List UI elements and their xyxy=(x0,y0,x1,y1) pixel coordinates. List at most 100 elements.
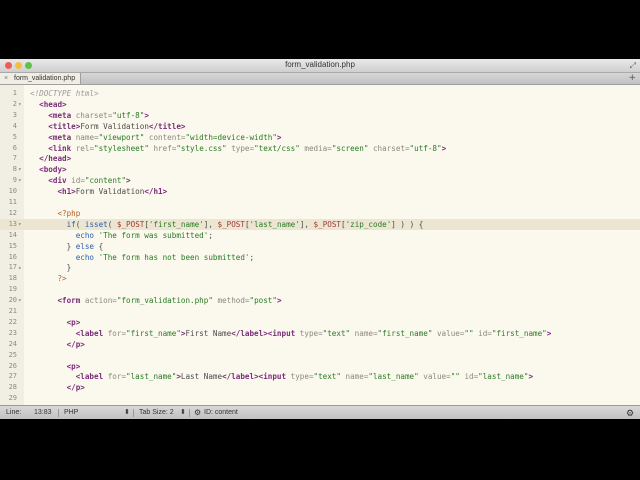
code-text: <label for="first_name">First Name</labe… xyxy=(30,328,552,339)
fold-arrow-icon[interactable]: ▾ xyxy=(18,219,22,230)
code-token: value= xyxy=(423,372,451,382)
code-line[interactable]: 9 ▾ <div id="content"> xyxy=(0,175,640,186)
code-token: > xyxy=(126,176,131,186)
settings-gear-icon[interactable]: ⚙ xyxy=(194,406,201,419)
fold-arrow-icon[interactable]: ▾ xyxy=(18,295,22,306)
tab-size-selector[interactable]: Tab Size: 2 xyxy=(139,406,174,419)
code-text: <title>Form Validation</title> xyxy=(30,121,185,132)
code-line[interactable]: 5 <meta name="viewport" content="width=d… xyxy=(0,132,640,143)
code-token: href= xyxy=(153,143,177,153)
code-line[interactable]: 18 ?> xyxy=(0,273,640,284)
code-line[interactable]: 28 </p> xyxy=(0,382,640,393)
tab-form-validation[interactable]: × form_validation.php xyxy=(0,73,81,84)
code-token: ?> xyxy=(57,274,67,284)
code-text: <h1>Form Validation</h1> xyxy=(30,186,167,197)
current-code-line[interactable]: 13 ▾ if( isset( $_POST['first_name'], $_P… xyxy=(0,218,640,230)
code-token: echo xyxy=(75,230,95,240)
code-line[interactable]: 29 xyxy=(0,393,640,404)
code-line[interactable]: 3 <meta charset="utf-8"> xyxy=(0,110,640,121)
code-token: isset xyxy=(84,219,108,229)
code-line[interactable]: 14 echo 'The form was submitted'; xyxy=(0,230,640,241)
line-number: 7 xyxy=(12,154,17,163)
code-editor[interactable]: 1 <!DOCTYPE html> 2 ▾ <head> 3 <meta charset… xyxy=(0,85,640,405)
line-number: 17 xyxy=(8,263,17,272)
code-text: <body> xyxy=(30,164,66,175)
code-line[interactable]: 26 <p> xyxy=(0,361,640,372)
code-line[interactable]: 16 echo 'The form has not been submitted… xyxy=(0,252,640,263)
line-number: 6 xyxy=(12,143,17,152)
symbol-selector[interactable]: ID: content xyxy=(204,406,238,419)
code-line[interactable]: 20 ▾ <form action="form_validation.php" m… xyxy=(0,295,640,306)
code-token: id= xyxy=(478,328,492,338)
code-line[interactable]: 22 <p> xyxy=(0,317,640,328)
code-line[interactable]: 21 xyxy=(0,306,640,317)
code-token: "screen" xyxy=(331,143,369,153)
code-token: > xyxy=(276,132,282,142)
code-token: "last_name" xyxy=(126,372,177,382)
code-token: First Name xyxy=(185,328,232,338)
code-line[interactable]: 11 xyxy=(0,197,640,208)
line-number: 23 xyxy=(8,328,17,337)
code-line[interactable]: 1 <!DOCTYPE html> xyxy=(0,88,640,99)
code-line[interactable]: 2 ▾ <head> xyxy=(0,99,640,110)
fold-arrow-icon[interactable]: ▾ xyxy=(18,175,22,186)
code-line[interactable]: 25 xyxy=(0,350,640,361)
code-line[interactable]: 8 ▾ <body> xyxy=(0,164,640,175)
code-text: <?php xyxy=(30,208,80,219)
fold-arrow-icon[interactable]: ▴ xyxy=(18,262,22,273)
code-text: <div id="content"> xyxy=(30,175,131,186)
code-token: content= xyxy=(148,132,186,142)
code-line[interactable]: 24 </p> xyxy=(0,339,640,350)
code-token: <h1> xyxy=(57,187,76,197)
code-line[interactable]: 6 <link rel="stylesheet" href="style.css… xyxy=(0,143,640,154)
code-text: <meta charset="utf-8"> xyxy=(30,110,149,121)
tab-label: form_validation.php xyxy=(14,75,76,82)
code-token: <link xyxy=(48,143,72,153)
code-text: } xyxy=(30,262,72,273)
code-line[interactable]: 19 xyxy=(0,284,640,295)
line-number: 28 xyxy=(8,383,17,392)
fold-arrow-icon[interactable]: ▾ xyxy=(18,164,22,175)
code-token: ], xyxy=(299,219,314,229)
code-token: "form_validation.php" xyxy=(116,296,213,306)
code-token: "first_name" xyxy=(491,328,547,338)
new-tab-icon[interactable]: + xyxy=(628,73,636,84)
code-text: echo 'The form has not been submitted'; xyxy=(30,252,254,263)
code-token: action= xyxy=(84,296,117,306)
syntax-dropdown-icon[interactable]: ⬍ xyxy=(124,406,130,419)
code-line[interactable]: 4 <title>Form Validation</title> xyxy=(0,121,640,132)
code-line[interactable]: 10 <h1>Form Validation</h1> xyxy=(0,186,640,197)
code-line[interactable]: 12 <?php xyxy=(0,208,640,219)
code-token: <meta xyxy=(48,110,72,120)
code-line[interactable]: 15 } else { xyxy=(0,241,640,252)
fullscreen-icon[interactable]: ⤢ xyxy=(630,61,636,71)
tab-size-dropdown-icon[interactable]: ⬍ xyxy=(180,406,186,419)
code-line[interactable]: 7 </head> xyxy=(0,153,640,164)
line-number: 9 xyxy=(12,176,17,185)
fold-arrow-icon[interactable]: ▾ xyxy=(18,99,22,110)
code-token: "post" xyxy=(249,296,277,306)
code-token: $_POST xyxy=(116,219,145,229)
syntax-selector[interactable]: PHP xyxy=(64,406,78,419)
line-number: 27 xyxy=(8,372,17,381)
code-token: </label><input xyxy=(231,328,296,338)
code-token: ], xyxy=(203,219,218,229)
code-line[interactable]: 17 ▴ } xyxy=(0,262,640,273)
line-number: 19 xyxy=(8,285,17,294)
code-token: charset= xyxy=(372,143,410,153)
code-line[interactable]: 23 <label for="first_name">First Name</l… xyxy=(0,328,640,339)
line-number: 25 xyxy=(8,350,17,359)
status-cursor-position: 13:83 xyxy=(34,409,52,416)
close-tab-icon[interactable]: × xyxy=(4,73,8,84)
line-number: 12 xyxy=(8,208,17,217)
status-gear-icon[interactable]: ⚙ xyxy=(626,406,634,419)
title-bar[interactable]: form_validation.php ⤢ xyxy=(0,59,640,73)
code-line[interactable]: 27 <label for="last_name">Last Name</lab… xyxy=(0,371,640,382)
code-token: "stylesheet" xyxy=(94,143,149,153)
